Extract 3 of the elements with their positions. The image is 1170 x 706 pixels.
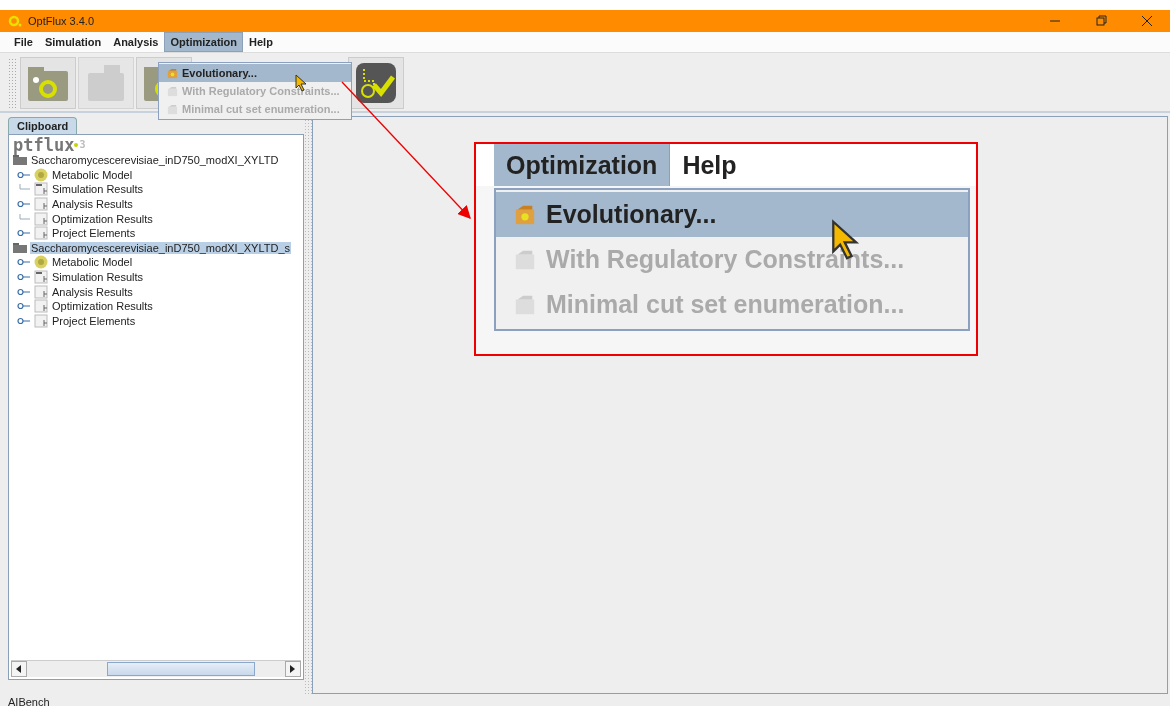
status-text: AIBench [8, 696, 50, 706]
logo: ptflux 3 [13, 137, 87, 153]
window-title: OptFlux 3.4.0 [28, 15, 96, 27]
